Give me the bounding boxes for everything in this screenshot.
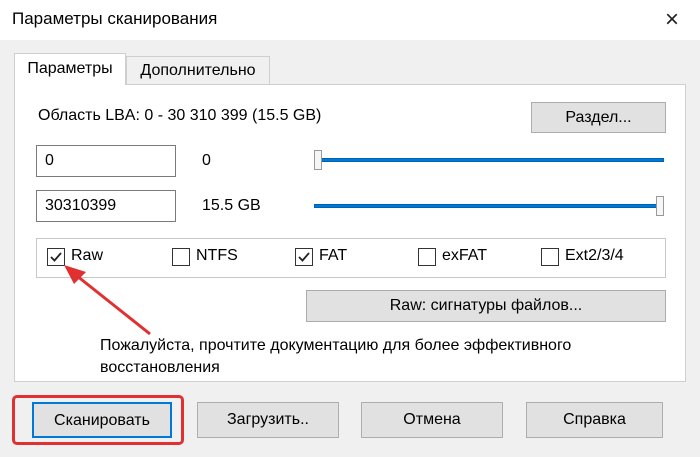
section-button[interactable]: Раздел... xyxy=(531,102,666,133)
checkbox-box[interactable] xyxy=(295,248,313,266)
slider-thumb[interactable] xyxy=(656,196,664,216)
slider-thumb[interactable] xyxy=(314,150,322,170)
checkbox-box[interactable] xyxy=(541,248,559,266)
scan-button-highlight xyxy=(12,395,184,445)
checkbox-label-raw: Raw xyxy=(71,247,104,264)
lba-area-label: Область LBA: 0 - 30 310 399 (15.5 GB) xyxy=(38,107,322,124)
load-button[interactable]: Загрузить.. xyxy=(197,402,339,438)
slider-track xyxy=(314,204,664,208)
checkbox-raw[interactable]: Raw xyxy=(47,246,117,270)
window-title: Параметры сканирования xyxy=(12,9,218,28)
lba-end-display: 15.5 GB xyxy=(202,197,261,214)
cancel-button[interactable]: Отмена xyxy=(361,402,503,438)
checkbox-label-ext: Ext2/3/4 xyxy=(565,247,624,264)
checkbox-ext[interactable]: Ext2/3/4 xyxy=(541,246,641,270)
title-bar: Параметры сканирования × xyxy=(0,0,700,40)
checkbox-fat[interactable]: FAT xyxy=(295,246,365,270)
checkbox-ntfs[interactable]: NTFS xyxy=(172,246,252,270)
help-button[interactable]: Справка xyxy=(526,402,663,438)
tab-advanced[interactable]: Дополнительно xyxy=(126,56,270,84)
checkbox-exfat[interactable]: exFAT xyxy=(418,246,498,270)
checkbox-box[interactable] xyxy=(47,248,65,266)
tab-parameters[interactable]: Параметры xyxy=(14,53,126,85)
checkbox-box[interactable] xyxy=(172,248,190,266)
checkbox-label-ntfs: NTFS xyxy=(196,247,238,264)
lba-start-slider[interactable] xyxy=(314,150,664,174)
checkbox-box[interactable] xyxy=(418,248,436,266)
lba-end-input[interactable] xyxy=(36,190,176,222)
close-icon[interactable]: × xyxy=(652,3,692,37)
lba-start-display: 0 xyxy=(202,152,211,169)
checkmark-icon xyxy=(298,252,310,262)
lba-start-input[interactable] xyxy=(36,145,176,177)
checkbox-label-exfat: exFAT xyxy=(442,247,488,264)
lba-end-slider[interactable] xyxy=(314,196,664,220)
raw-signatures-button[interactable]: Raw: сигнатуры файлов... xyxy=(306,290,666,322)
documentation-note: Пожалуйста, прочтите документацию для бо… xyxy=(100,337,572,376)
checkbox-label-fat: FAT xyxy=(319,247,348,264)
checkmark-icon xyxy=(50,252,62,262)
slider-track xyxy=(314,158,664,162)
